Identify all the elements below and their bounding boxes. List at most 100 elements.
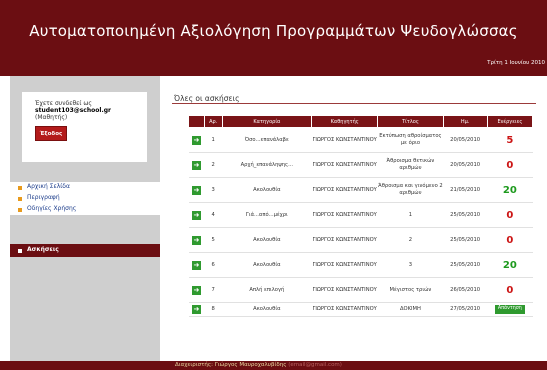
arrow-right-icon[interactable]: ➜ [191, 185, 201, 195]
table-header-row: Αρ. Κατηγορία Καθηγητής Τίτλος Ημ. Ενέργ… [188, 115, 534, 128]
square-bullet-icon [18, 249, 22, 253]
row-open-cell[interactable]: ➜ [188, 252, 205, 278]
cell-teacher: ΓΙΩΡΓΟΣ ΚΩΝΣΤΑΝΤΙΝΟΥ [311, 177, 378, 203]
cell-number: 3 [204, 177, 223, 203]
table-row: ➜ 2 Αρχή_επανάληψης... ΓΙΩΡΓΟΣ ΚΩΝΣΤΑΝΤΙΝΟΥ… [188, 152, 533, 178]
sidebar-item-instructions[interactable]: Οδηγίες Χρήσης [10, 204, 160, 215]
cell-teacher: ΓΙΩΡΓΟΣ ΚΩΝΣΤΑΝΤΙΝΟΥ [311, 227, 378, 253]
login-status-label: Έχετε συνδεθεί ως [35, 100, 92, 107]
cell-date: 25/05/2010 [443, 202, 488, 228]
page-title: Αυτοματοποιημένη Αξιολόγηση Προγραμμάτων… [29, 22, 518, 40]
table-row: ➜ 8 Ακολουθία ΓΙΩΡΓΟΣ ΚΩΝΣΤΑΝΤΙΝΟΥ ΔΟΚΙΜΗ 27/… [188, 302, 533, 317]
cell-actions: Απάντηση [487, 302, 533, 317]
table-row: ➜ 5 Ακολουθία ΓΙΩΡΓΟΣ ΚΩΝΣΤΑΝΤΙΝΟΥ 2 25/05/20… [188, 227, 533, 253]
arrow-right-icon[interactable]: ➜ [191, 160, 201, 170]
cell-title: Μέγιστος τριών [377, 277, 444, 303]
logout-button[interactable]: Έξοδος [35, 126, 67, 141]
login-box: Έχετε συνδεθεί ως student103@school.gr (… [22, 92, 147, 162]
row-open-cell[interactable]: ➜ [188, 202, 205, 228]
cell-date: 20/05/2010 [443, 152, 488, 178]
login-role: (Μαθητής) [35, 114, 68, 121]
cell-actions: 0 [487, 227, 533, 253]
sidebar-menu: Αρχική Σελίδα Περιγραφή Οδηγίες Χρήσης [10, 182, 160, 215]
square-bullet-icon [18, 186, 22, 190]
cell-number: 6 [204, 252, 223, 278]
row-open-cell[interactable]: ➜ [188, 127, 205, 153]
score-value: 20 [502, 259, 517, 271]
cell-number: 2 [204, 152, 223, 178]
cell-number: 5 [204, 227, 223, 253]
cell-number: 1 [204, 127, 223, 153]
table-row: ➜ 6 Ακολουθία ΓΙΩΡΓΟΣ ΚΩΝΣΤΑΝΤΙΝΟΥ 3 25/05/20… [188, 252, 533, 278]
arrow-right-icon[interactable]: ➜ [191, 285, 201, 295]
table-row: ➜ 7 Απλή επιλογή ΓΙΩΡΓΟΣ ΚΩΝΣΤΑΝΤΙΝΟΥ Μέγιστ… [188, 277, 533, 303]
score-value: 0 [506, 284, 514, 296]
score-value: 0 [506, 159, 514, 171]
sidebar-item-home[interactable]: Αρχική Σελίδα [10, 182, 160, 193]
cell-date: 20/05/2010 [443, 127, 488, 153]
footer-email[interactable]: (email@gmail.com) [288, 362, 342, 368]
cell-teacher: ΓΙΩΡΓΟΣ ΚΩΝΣΤΑΝΤΙΝΟΥ [311, 202, 378, 228]
cell-title: 1 [377, 202, 444, 228]
row-open-cell[interactable]: ➜ [188, 277, 205, 303]
column-header-category: Κατηγορία [221, 115, 313, 128]
column-header-date: Ημ. [442, 115, 488, 128]
cell-actions: 20 [487, 252, 533, 278]
score-value: 0 [506, 234, 514, 246]
cell-number: 8 [204, 302, 223, 317]
row-open-cell[interactable]: ➜ [188, 227, 205, 253]
cell-date: 21/05/2010 [443, 177, 488, 203]
sidebar-item-description[interactable]: Περιγραφή [10, 193, 160, 204]
row-open-cell[interactable]: ➜ [188, 152, 205, 178]
sidebar-item-label: Οδηγίες Χρήσης [27, 205, 77, 212]
cell-title: Άθροισμα θετικών αριθμών [377, 152, 444, 178]
exercises-table: Αρ. Κατηγορία Καθηγητής Τίτλος Ημ. Ενέργ… [188, 115, 534, 317]
sidebar-item-label: Αρχική Σελίδα [27, 183, 70, 190]
row-open-cell[interactable]: ➜ [188, 302, 205, 317]
cell-teacher: ΓΙΩΡΓΟΣ ΚΩΝΣΤΑΝΤΙΝΟΥ [311, 277, 378, 303]
cell-number: 7 [204, 277, 223, 303]
cell-category: Ακολουθία [222, 252, 312, 278]
cell-category: Απλή επιλογή [222, 277, 312, 303]
cell-date: 25/05/2010 [443, 252, 488, 278]
cell-teacher: ΓΙΩΡΓΟΣ ΚΩΝΣΤΑΝΤΙΝΟΥ [311, 127, 378, 153]
footer-admin: Διαχειριστής: Γιώργος Μαυροχαλυβίδης [175, 362, 287, 368]
table-row: ➜ 4 Γιά...από...μέχρι ΓΙΩΡΓΟΣ ΚΩΝΣΤΑΝΤΙΝΟΥ 1… [188, 202, 533, 228]
table-row: ➜ 1 Όσο...επανάλαβε ΓΙΩΡΓΟΣ ΚΩΝΣΤΑΝΤΙΝΟΥ Εκτ… [188, 127, 533, 153]
arrow-right-icon[interactable]: ➜ [191, 135, 201, 145]
footer-text: Διαχειριστής: Γιώργος Μαυροχαλυβίδης (em… [175, 362, 342, 368]
answer-button[interactable]: Απάντηση [494, 305, 525, 314]
arrow-right-icon[interactable]: ➜ [191, 305, 201, 314]
cell-title: Εκτύπωση αθροίσματος με όριο [377, 127, 444, 153]
cell-date: 27/05/2010 [443, 302, 488, 317]
arrow-right-icon[interactable]: ➜ [191, 210, 201, 220]
column-header-actions: Ενέργειες [486, 115, 534, 128]
column-header-teacher: Καθηγητής [311, 115, 379, 128]
cell-teacher: ΓΙΩΡΓΟΣ ΚΩΝΣΤΑΝΤΙΝΟΥ [311, 252, 378, 278]
row-open-cell[interactable]: ➜ [188, 177, 205, 203]
arrow-right-icon[interactable]: ➜ [191, 260, 201, 270]
arrow-right-icon[interactable]: ➜ [191, 235, 201, 245]
table-row: ➜ 3 Ακολουθία ΓΙΩΡΓΟΣ ΚΩΝΣΤΑΝΤΙΝΟΥ Άθροισμα … [188, 177, 533, 203]
page-header: Αυτοματοποιημένη Αξιολόγηση Προγραμμάτων… [0, 0, 547, 76]
cell-title: Άθροισμα και γινόμενο 2 αριθμών [377, 177, 444, 203]
cell-actions: 5 [487, 127, 533, 153]
column-header-title: Τίτλος [377, 115, 444, 128]
cell-category: Γιά...από...μέχρι [222, 202, 312, 228]
cell-actions: 0 [487, 152, 533, 178]
current-date: Τρίτη 1 Ιουνίου 2010 [487, 60, 545, 66]
login-username: student103@school.gr [35, 107, 111, 114]
page-footer: Διαχειριστής: Γιώργος Μαυροχαλυβίδης (em… [0, 361, 547, 370]
sidebar-item-exercises[interactable]: Ασκήσεις [10, 244, 160, 257]
cell-category: Ακολουθία [222, 227, 312, 253]
score-value: 20 [502, 184, 517, 196]
cell-actions: 0 [487, 277, 533, 303]
sidebar-item-label: Ασκήσεις [27, 246, 59, 253]
cell-date: 26/05/2010 [443, 277, 488, 303]
cell-number: 4 [204, 202, 223, 228]
cell-category: Ακολουθία [222, 302, 312, 317]
cell-teacher: ΓΙΩΡΓΟΣ ΚΩΝΣΤΑΝΤΙΝΟΥ [311, 152, 378, 178]
column-header-number: Αρ. [203, 115, 223, 128]
sidebar-item-label: Περιγραφή [27, 194, 60, 201]
cell-title: 3 [377, 252, 444, 278]
